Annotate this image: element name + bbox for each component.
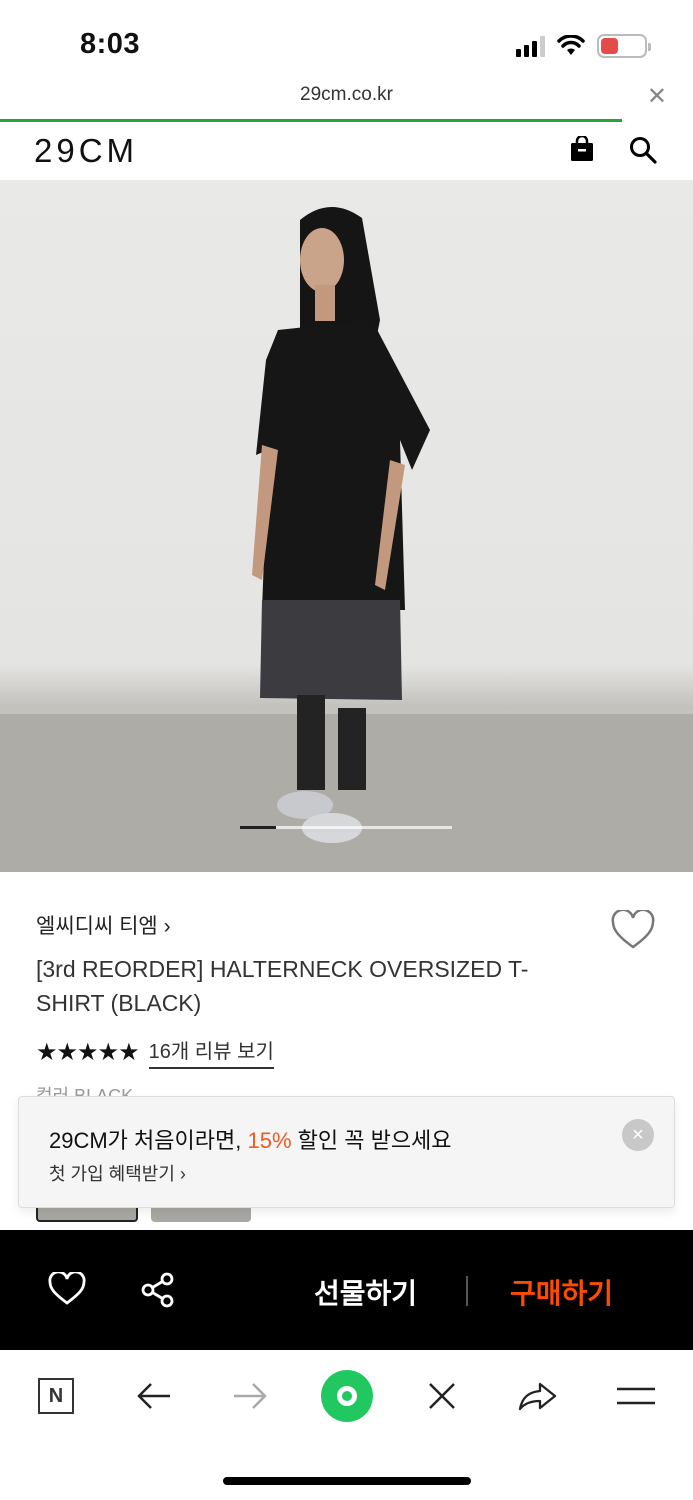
battery-icon: 5 [597, 34, 651, 58]
promo-title-suffix: 할인 꼭 받으세요 [291, 1128, 452, 1153]
share-icon[interactable] [140, 1272, 176, 1308]
status-time: 8:03 [80, 28, 141, 60]
action-divider [466, 1276, 468, 1306]
thumbnail-2[interactable] [151, 1206, 251, 1222]
naver-n-label: N [38, 1378, 74, 1414]
status-icons: 5 [516, 34, 651, 58]
gift-button[interactable]: 선물하기 [314, 1272, 417, 1312]
buy-button[interactable]: 구매하기 [510, 1272, 613, 1312]
signal-icon [516, 35, 545, 57]
model-photo [0, 206, 693, 872]
heart-icon[interactable] [48, 1272, 86, 1306]
home-green-icon[interactable] [321, 1370, 373, 1422]
slide-indicator [240, 826, 452, 829]
back-arrow-icon[interactable] [134, 1376, 174, 1416]
product-title: [3rd REORDER] HALTERNECK OVERSIZED T-SHI… [36, 956, 529, 1016]
promo-title-prefix: 29CM가 처음이라면, [49, 1128, 248, 1153]
naver-n-icon[interactable]: N [36, 1376, 76, 1416]
url-bar[interactable]: 29cm.co.kr ✕ [0, 82, 693, 118]
product-image[interactable] [0, 180, 693, 872]
review-link[interactable]: 16개 리뷰 보기 [148, 1035, 274, 1069]
home-indicator [223, 1477, 471, 1485]
promo-banner[interactable]: 29CM가 처음이라면, 15% 할인 꼭 받으세요 첫 가입 혜택받기 › × [18, 1096, 675, 1208]
url-text: 29cm.co.kr [300, 84, 393, 105]
rating-row: ★★★★★ 16개 리뷰 보기 [36, 1035, 274, 1069]
wifi-icon [557, 35, 585, 55]
logo[interactable]: 29CM [34, 132, 138, 170]
forward-arrow-icon[interactable] [230, 1376, 270, 1416]
share-arrow-icon[interactable] [518, 1376, 558, 1416]
site-header: 29CM [0, 122, 693, 180]
close-icon[interactable]: ✕ [647, 82, 667, 111]
slide-indicator-active [240, 826, 276, 829]
browser-toolbar: N [0, 1350, 693, 1500]
signup-benefit-link[interactable]: 첫 가입 혜택받기 › [49, 1160, 186, 1186]
star-rating: ★★★★★ [36, 1038, 140, 1066]
shopping-bag-icon[interactable] [569, 136, 595, 162]
promo-percent: 15% [247, 1128, 292, 1153]
promo-title: 29CM가 처음이라면, 15% 할인 꼭 받으세요 [49, 1123, 452, 1155]
close-x-icon[interactable] [422, 1376, 462, 1416]
status-bar: 8:03 5 [0, 0, 693, 80]
menu-icon[interactable] [614, 1376, 658, 1416]
purchase-action-bar: 선물하기 구매하기 [0, 1230, 693, 1350]
battery-level: 5 [617, 35, 627, 54]
heart-icon[interactable] [611, 910, 655, 950]
thumbnail-1[interactable] [36, 1206, 138, 1222]
brand-link[interactable]: 엘씨디씨 티엠 › [36, 910, 171, 940]
search-icon[interactable] [629, 136, 657, 164]
close-icon[interactable]: × [622, 1119, 654, 1151]
